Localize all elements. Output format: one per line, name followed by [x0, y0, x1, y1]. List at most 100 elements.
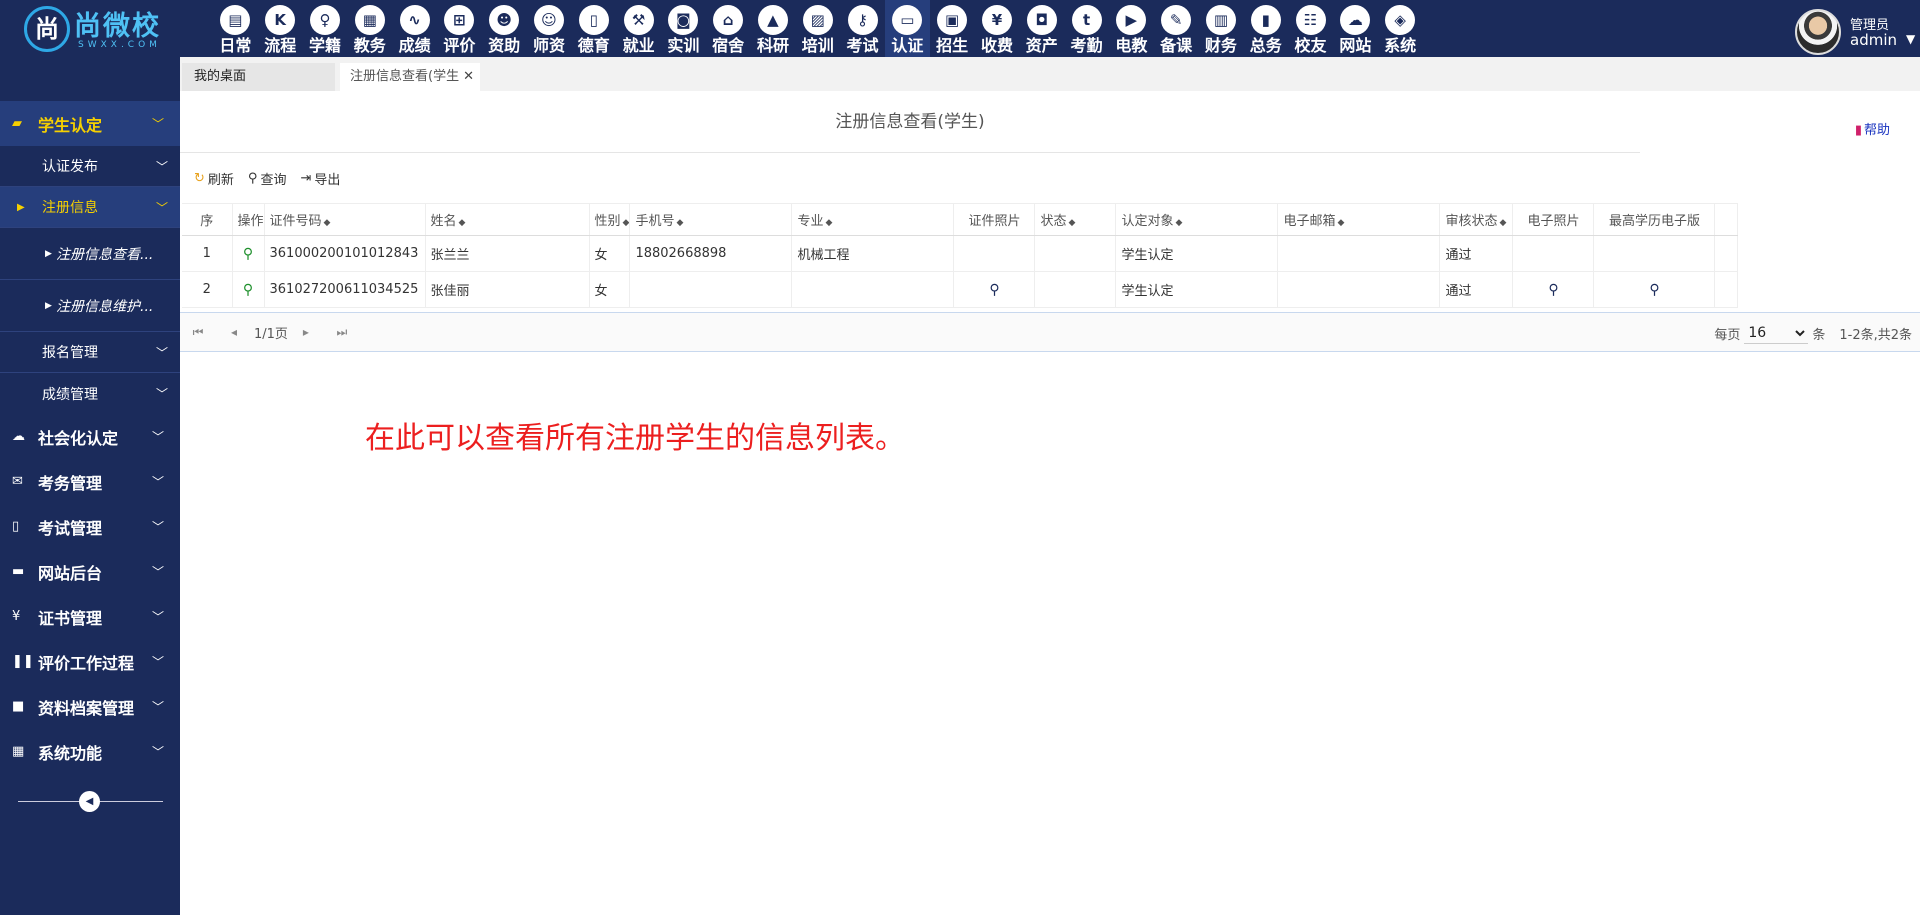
search-icon[interactable]: ⚲ [989, 282, 999, 298]
module-10[interactable]: ◙ 实训 [661, 0, 706, 57]
module-15[interactable]: ▭ 认证 [884, 0, 930, 57]
sidebar-item-registration-info[interactable]: ▶ 注册信息 ﹀ [0, 187, 180, 228]
sidebar-collapse-toggle[interactable]: ◀ [0, 782, 180, 822]
chart-line-icon: ∿ [399, 5, 430, 35]
first-page-button[interactable]: ⏮ [180, 325, 216, 340]
sidebar-group-archive[interactable]: ■ 资料档案管理 ﹀ [0, 684, 180, 729]
sidebar-item-enrollment[interactable]: 报名管理 ﹀ [0, 332, 180, 373]
sidebar-group-exam[interactable]: ▯ 考试管理 ﹀ [0, 504, 180, 549]
caret-down-icon[interactable]: ▼ [1906, 32, 1915, 46]
data-table: 序操作 证件号码 ◆ 姓名 ◆ 性别 ◆ 手机号 ◆ 专业 ◆ 证件照片 状态 ◆ 认定对象 ◆ 电子邮箱 ◆ 审核… [182, 203, 1739, 308]
module-3[interactable]: ▦ 教务 [347, 0, 392, 57]
sidebar-group-evaluation[interactable]: ❚❚ 评价工作过程 ﹀ [0, 639, 180, 684]
sort-icon[interactable]: ◆ [623, 218, 629, 228]
module-19[interactable]: t 考勤 [1064, 0, 1109, 57]
column-header-label: 姓名 [430, 214, 457, 229]
user-menu[interactable]: 管理员 admin ▼ [1780, 0, 1920, 57]
search-icon[interactable]: ⚲ [1649, 282, 1659, 298]
module-2[interactable]: ♀ 学籍 [303, 0, 348, 57]
sort-icon[interactable]: ◆ [324, 218, 331, 228]
sort-icon[interactable]: ◆ [1337, 218, 1344, 228]
sidebar-group-exam-affairs[interactable]: ✉ 考务管理 ﹀ [0, 459, 180, 504]
view-icon[interactable]: ⚲ [243, 246, 253, 262]
sidebar-group-social[interactable]: ☁ 社会化认定 ﹀ [0, 414, 180, 459]
sidebar-group-student-cert[interactable]: ▰ 学生认定 ﹀ [0, 101, 180, 146]
sort-icon[interactable]: ◆ [825, 218, 832, 228]
sort-icon[interactable]: ◆ [1068, 218, 1075, 228]
module-13[interactable]: ▨ 培训 [795, 0, 840, 57]
module-14[interactable]: ⚷ 考试 [840, 0, 885, 57]
sort-icon[interactable]: ◆ [1499, 218, 1506, 228]
sort-icon[interactable]: ◆ [676, 218, 683, 228]
sidebar-leaf-registration-view[interactable]: ▶ 注册信息查看... [0, 228, 180, 280]
module-label: 德育 [577, 36, 610, 55]
sort-icon[interactable]: ◆ [459, 218, 466, 228]
module-7[interactable]: ☺ 师资 [527, 0, 572, 57]
prev-page-button[interactable]: ◂ [216, 325, 252, 339]
module-12[interactable]: ▲ 科研 [751, 0, 796, 57]
module-25[interactable]: ☁ 网站 [1333, 0, 1378, 57]
column-header[interactable]: 认定对象 ◆ [1115, 203, 1279, 236]
module-26[interactable]: ◈ 系统 [1378, 0, 1423, 57]
help-link[interactable]: ▮ 帮助 [1855, 119, 1890, 138]
logo-subtext: SWXX.COM [78, 40, 161, 50]
train-icon: ◘ [1026, 5, 1057, 35]
module-9[interactable]: ⚒ 就业 [616, 0, 661, 57]
sort-icon[interactable]: ◆ [1175, 218, 1182, 228]
sidebar-group-certificate[interactable]: ¥ 证书管理 ﹀ [0, 594, 180, 639]
module-5[interactable]: ⊞ 评价 [437, 0, 482, 57]
column-header[interactable]: 姓名 ◆ [425, 203, 590, 236]
table-row: 2 ⚲ 361027200611034525 张佳丽女 ⚲ 学生认定 通过 ⚲ ⚲ [182, 271, 1739, 308]
close-icon[interactable]: ✕ [463, 63, 474, 91]
column-header[interactable]: 专业 ◆ [791, 203, 955, 236]
column-header[interactable]: 电子邮箱 ◆ [1277, 203, 1441, 236]
last-page-button[interactable]: ⏭ [324, 325, 360, 340]
column-header: 电子照片 [1512, 203, 1595, 236]
tab-my-desktop[interactable]: 我的桌面 [182, 63, 335, 91]
caret-right-icon: ▶ [45, 300, 52, 311]
module-20[interactable]: ▶ 电教 [1109, 0, 1154, 57]
column-header[interactable]: 性别 ◆ [589, 203, 631, 236]
sidebar-group-system[interactable]: ▦ 系统功能 ﹀ [0, 729, 180, 774]
module-4[interactable]: ∿ 成绩 [392, 0, 437, 57]
sidebar-leaf-registration-maintain[interactable]: ▶ 注册信息维护... [0, 280, 180, 332]
module-23[interactable]: ▮ 总务 [1243, 0, 1288, 57]
column-header[interactable]: 状态 ◆ [1034, 203, 1117, 236]
module-11[interactable]: ⌂ 宿舍 [706, 0, 751, 57]
tab-registration-view[interactable]: 注册信息查看(学生 ✕ [340, 63, 480, 91]
cloud-icon: ☁ [1340, 5, 1371, 35]
caret-left-icon[interactable]: ◀ [79, 791, 100, 812]
module-8[interactable]: ▯ 德育 [571, 0, 616, 57]
module-24[interactable]: ☷ 校友 [1288, 0, 1333, 57]
column-header[interactable]: 手机号 ◆ [629, 203, 793, 236]
module-21[interactable]: ✎ 备课 [1154, 0, 1199, 57]
query-button[interactable]: ⚲ 查询 [248, 169, 287, 188]
module-18[interactable]: ◘ 资产 [1019, 0, 1064, 57]
avatar[interactable] [1795, 9, 1841, 55]
user-name[interactable]: admin [1850, 31, 1897, 49]
refresh-button[interactable]: ↻ 刷新 [194, 169, 234, 188]
next-page-button[interactable]: ▸ [288, 325, 324, 339]
module-17[interactable]: ¥ 收费 [975, 0, 1020, 57]
annotation-text: 在此可以查看所有注册学生的信息列表。 [365, 421, 905, 456]
sidebar-group-website[interactable]: ▬ 网站后台 ﹀ [0, 549, 180, 594]
image-icon: ▨ [802, 5, 833, 35]
page-size-select[interactable]: 163264 [1744, 322, 1809, 344]
module-1[interactable]: K 流程 [258, 0, 303, 57]
module-22[interactable]: ▥ 财务 [1199, 0, 1244, 57]
search-icon[interactable]: ⚲ [1548, 282, 1558, 298]
cell-target: 学生认定 [1115, 235, 1279, 272]
module-6[interactable]: ☻ 资助 [482, 0, 527, 57]
column-header-label: 电子照片 [1527, 214, 1580, 229]
edit-icon: ✎ [1161, 5, 1192, 35]
sidebar-item-score[interactable]: 成绩管理 ﹀ [0, 373, 180, 414]
module-16[interactable]: ▣ 招生 [930, 0, 975, 57]
column-header[interactable]: 证件号码 ◆ [264, 203, 426, 236]
export-button[interactable]: ⇥ 导出 [300, 169, 340, 188]
query-label: 查询 [260, 172, 287, 188]
module-label: 校友 [1294, 36, 1327, 55]
view-icon[interactable]: ⚲ [243, 282, 253, 298]
sidebar-item-cert-publish[interactable]: 认证发布 ﹀ [0, 146, 180, 187]
column-header[interactable]: 审核状态 ◆ [1439, 203, 1514, 236]
module-0[interactable]: ▤ 日常 [213, 0, 258, 57]
